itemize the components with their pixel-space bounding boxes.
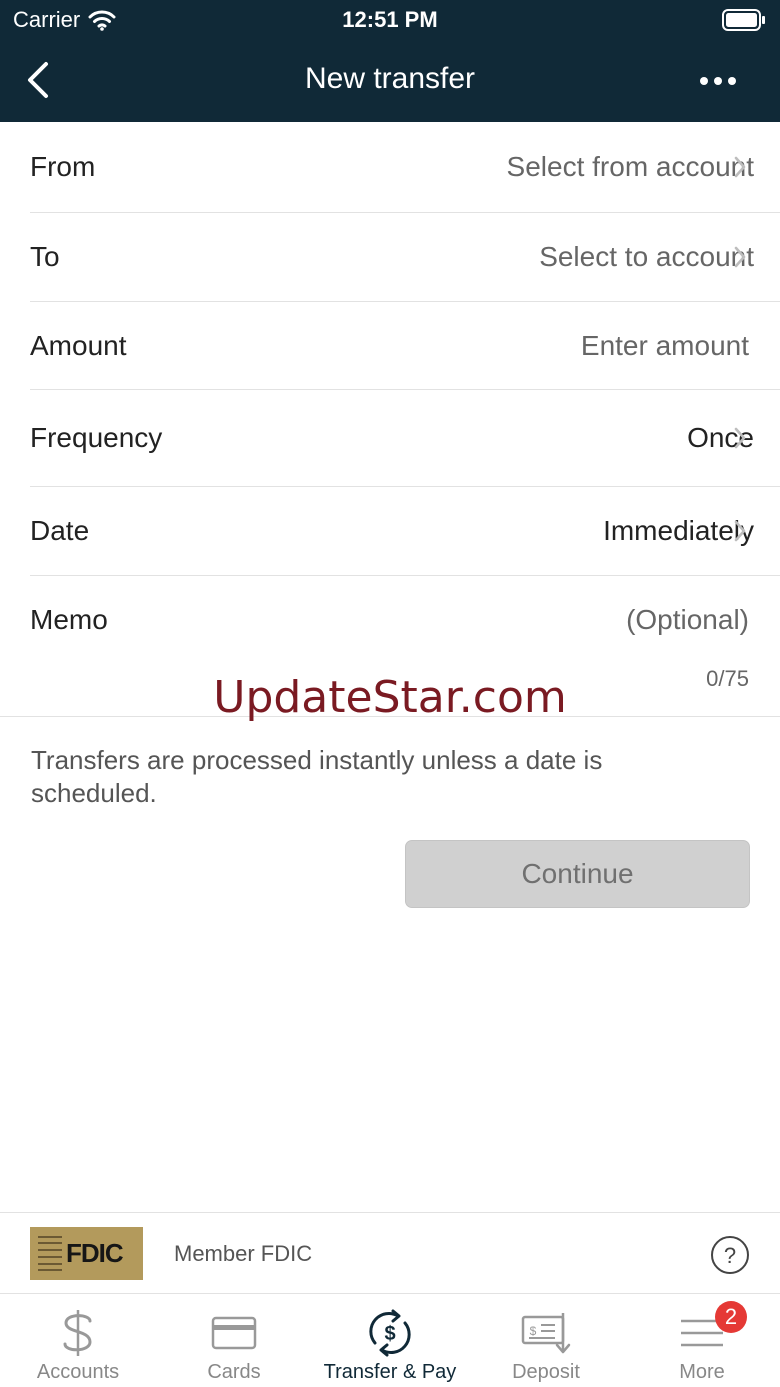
tab-label: Accounts [36,1361,120,1383]
to-account-row[interactable]: To Select to account [30,213,780,302]
date-value: Immediately [603,515,754,546]
frequency-label: Frequency [30,422,163,453]
fdic-logo-text: FDIC [66,1238,124,1268]
from-value: Select from account [506,151,754,182]
page-title: New transfer [304,62,476,95]
notification-badge: 2 [715,1301,747,1333]
svg-text:$: $ [530,1324,537,1338]
chevron-right-icon [734,520,746,542]
tab-label: More [679,1361,725,1383]
navigation-bar: New transfer [0,40,780,122]
dollar-icon [63,1310,92,1356]
tab-accounts[interactable]: Accounts [0,1295,156,1387]
more-options-button[interactable] [696,66,740,96]
tab-deposit[interactable]: $ Deposit [468,1295,624,1387]
fdic-logo: FDIC [30,1227,143,1280]
ellipsis-icon [700,77,736,85]
continue-button[interactable]: Continue [405,840,750,908]
card-icon [211,1316,257,1350]
amount-label: Amount [30,329,127,361]
tab-label: Deposit [512,1361,580,1383]
frequency-row[interactable]: Frequency Once [30,390,780,487]
chevron-right-icon [734,427,746,449]
svg-text:?: ? [724,1243,736,1268]
tab-more[interactable]: More 2 [624,1295,780,1387]
to-label: To [30,241,60,272]
date-label: Date [30,515,90,546]
check-deposit-icon: $ [521,1313,571,1354]
tab-transfer-pay[interactable]: $ Transfer & Pay [312,1295,468,1387]
tab-cards[interactable]: Cards [156,1295,312,1387]
date-row[interactable]: Date Immediately [30,487,780,576]
amount-input[interactable]: Enter amount [581,330,749,362]
svg-text:$: $ [384,1323,395,1345]
tab-label: Transfer & Pay [323,1361,457,1383]
status-time: 12:51 PM [342,7,438,32]
watermark-text: UpdateStar.com [213,672,567,723]
member-fdic-label: Member FDIC [174,1241,313,1266]
app-header: Carrier 12:51 PM New transfer [0,0,780,122]
fdic-footer: FDIC Member FDIC ? [0,1212,780,1294]
status-bar: Carrier 12:51 PM [0,0,780,40]
to-value: Select to account [539,241,754,272]
battery-icon [722,9,765,31]
tab-label: Cards [207,1361,261,1383]
memo-input[interactable]: (Optional) [626,604,749,636]
help-icon[interactable]: ? [710,1235,750,1275]
fdic-seal-lines [38,1235,62,1272]
chevron-right-icon [734,156,746,178]
transfer-note: Transfers are processed instantly unless… [31,745,603,808]
from-label: From [30,151,96,182]
amount-row[interactable]: Amount Enter amount [30,302,780,390]
memo-label: Memo [30,604,108,635]
transfer-icon: $ [369,1309,411,1357]
tab-bar: Accounts Cards $ Transfer & Pay $ Deposi… [0,1295,780,1387]
from-account-row[interactable]: From Select from account [30,122,780,213]
chevron-right-icon [734,246,746,268]
